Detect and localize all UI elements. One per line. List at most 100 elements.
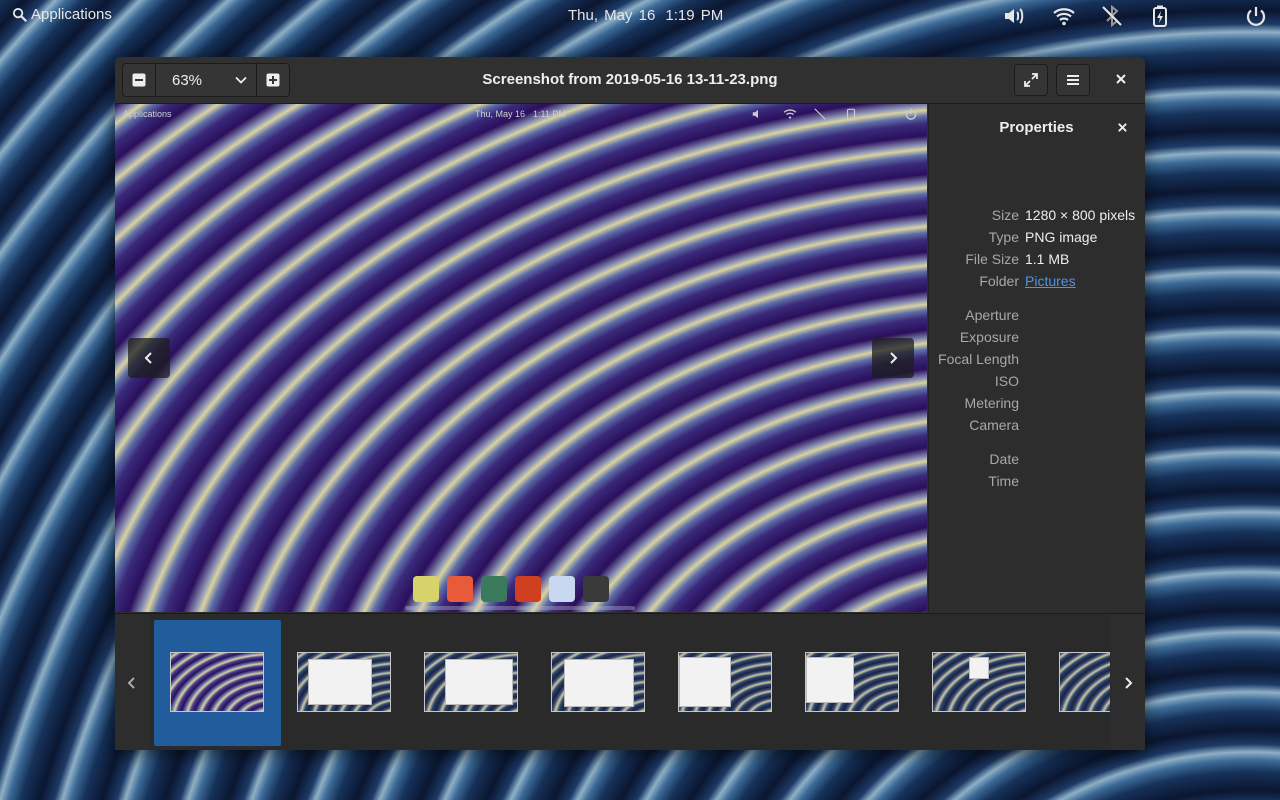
- thumbnail-image: [678, 652, 772, 712]
- preview-volume-icon: [751, 107, 765, 121]
- preview-wifi-icon: [783, 107, 797, 121]
- bluetooth-disabled-icon[interactable]: [1100, 4, 1124, 28]
- window-title: Screenshot from 2019-05-16 13-11-23.png: [482, 71, 778, 88]
- property-label: Size: [991, 207, 1019, 223]
- preview-time: 1:11 PM: [533, 109, 566, 119]
- property-value: 1.1 MB: [1025, 251, 1070, 267]
- property-label: Camera: [969, 417, 1019, 433]
- menu-button[interactable]: [1056, 64, 1090, 96]
- close-window-button[interactable]: [1106, 64, 1136, 94]
- thumbnail-image: [297, 652, 391, 712]
- property-label: Metering: [964, 395, 1019, 411]
- property-label: Aperture: [965, 307, 1019, 323]
- preview-dock-icon: [481, 576, 507, 602]
- property-label: Exposure: [959, 329, 1019, 345]
- thumbnail-window-preview: [445, 659, 513, 705]
- property-row: Aperture: [929, 307, 1145, 327]
- property-row: Exposure: [929, 329, 1145, 349]
- property-label: Date: [989, 451, 1019, 467]
- property-row: Time: [929, 473, 1145, 493]
- hamburger-menu-icon: [1067, 75, 1079, 85]
- previous-image-button[interactable]: [128, 338, 170, 378]
- thumbnail-window-preview: [969, 657, 989, 679]
- thumbnail-window-preview: [564, 659, 634, 707]
- clock-time: 1:19 PM: [665, 7, 724, 24]
- preview-dock-icon: [515, 576, 541, 602]
- thumbnails-scroll-left-button[interactable]: [115, 614, 149, 750]
- preview-clock: Thu, May 16 1:11 PM: [475, 109, 566, 119]
- thumbnail-item[interactable]: [916, 620, 1043, 746]
- image-viewer-window: 63% Screenshot from 2019-05-16 13-11-23.…: [115, 57, 1145, 750]
- applications-menu[interactable]: Applications: [12, 6, 112, 23]
- thumbnail-item[interactable]: [281, 620, 408, 746]
- properties-title: Properties: [999, 119, 1074, 136]
- thumbnail-item[interactable]: [662, 620, 789, 746]
- property-value: PNG image: [1025, 229, 1098, 245]
- thumbnail-item[interactable]: [789, 620, 916, 746]
- properties-panel: Properties Size 1280 × 800 pixels Type PNG …: [928, 104, 1145, 612]
- preview-dock-icon: [583, 576, 609, 602]
- property-row: Size 1280 × 800 pixels: [929, 207, 1145, 227]
- preview-applications-label: Applications: [123, 109, 172, 119]
- thumbnail-item[interactable]: [154, 620, 281, 746]
- preview-dock-icon: [413, 576, 439, 602]
- preview-dock-indicator: [405, 606, 635, 610]
- power-icon[interactable]: [1244, 4, 1268, 28]
- folder-link[interactable]: Pictures: [1025, 273, 1076, 289]
- property-label: Type: [988, 229, 1019, 245]
- thumbnail-window-preview: [679, 657, 731, 707]
- property-row: ISO: [929, 373, 1145, 393]
- property-label: Focal Length: [938, 351, 1019, 367]
- property-row: Date: [929, 451, 1145, 471]
- thumbnail-image: [1059, 652, 1110, 712]
- thumbnail-image: [170, 652, 264, 712]
- clock[interactable]: Thu, May 16 1:19 PM: [568, 7, 723, 24]
- thumbnails-scroll-right-button[interactable]: [1111, 614, 1145, 750]
- chevron-left-icon: [144, 352, 152, 364]
- thumbnail-item[interactable]: [1043, 620, 1110, 746]
- battery-charging-icon[interactable]: [1148, 4, 1172, 28]
- chevron-right-icon: [1125, 676, 1133, 689]
- thumbnail-item[interactable]: [535, 620, 662, 746]
- close-icon: [1117, 122, 1127, 132]
- close-icon: [1116, 74, 1126, 84]
- image-canvas[interactable]: Applications Thu, May 16 1:11 PM: [115, 104, 927, 612]
- property-value: 1280 × 800 pixels: [1025, 207, 1136, 223]
- thumbnail-strip: [115, 613, 1145, 750]
- wifi-icon[interactable]: [1052, 4, 1076, 28]
- preview-top-bar: Applications Thu, May 16 1:11 PM: [115, 104, 927, 124]
- preview-battery-icon: [844, 107, 858, 121]
- chevron-left-icon: [127, 676, 135, 689]
- property-row: Metering: [929, 395, 1145, 415]
- preview-dock-icon: [447, 576, 473, 602]
- close-properties-button[interactable]: [1113, 118, 1131, 136]
- preview-dock: [405, 569, 643, 609]
- property-label: Time: [988, 473, 1019, 489]
- header-bar: 63% Screenshot from 2019-05-16 13-11-23.…: [115, 57, 1145, 104]
- thumbnail-item[interactable]: [408, 620, 535, 746]
- volume-icon[interactable]: [1002, 4, 1026, 28]
- thumbnail-image: [424, 652, 518, 712]
- preview-dock-icon: [549, 576, 575, 602]
- property-label: Folder: [979, 273, 1019, 289]
- applications-label: Applications: [31, 6, 112, 23]
- next-image-button[interactable]: [872, 338, 914, 378]
- property-row: Type PNG image: [929, 229, 1145, 249]
- property-label: File Size: [965, 251, 1019, 267]
- fullscreen-button[interactable]: [1014, 64, 1048, 96]
- property-label: ISO: [994, 373, 1019, 389]
- top-bar: Applications Thu, May 16 1:19 PM: [0, 0, 1280, 32]
- clock-date: Thu, May 16: [568, 7, 656, 24]
- preview-date: Thu, May 16: [475, 109, 526, 119]
- thumbnail-window-preview: [308, 659, 372, 705]
- property-row: Folder Pictures: [929, 273, 1145, 293]
- property-row: File Size 1.1 MB: [929, 251, 1145, 271]
- thumbnail-image: [551, 652, 645, 712]
- preview-bluetooth-icon: [813, 107, 827, 121]
- property-row: Focal Length: [929, 351, 1145, 371]
- search-icon: [12, 7, 27, 22]
- fullscreen-icon: [1024, 73, 1038, 87]
- thumbnail-image: [805, 652, 899, 712]
- preview-power-icon: [904, 107, 918, 121]
- thumbnail-list: [154, 620, 1110, 746]
